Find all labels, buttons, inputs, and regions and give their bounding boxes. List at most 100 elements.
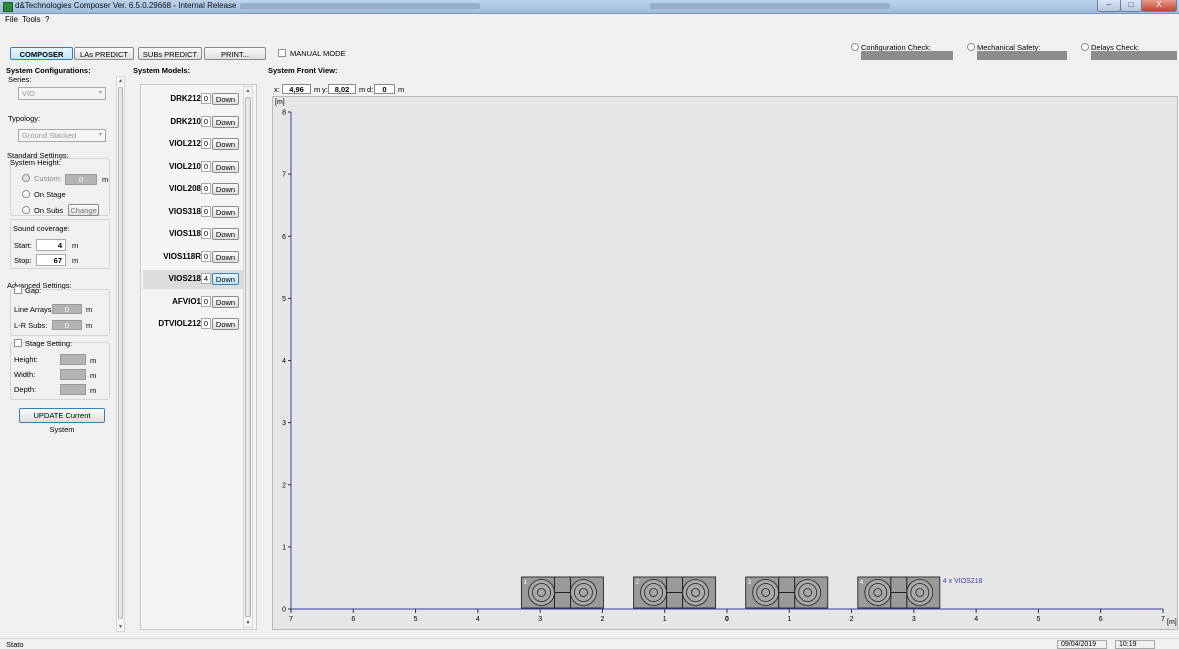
model-name: AFVIO1 (172, 296, 201, 306)
gap-checkbox[interactable] (14, 286, 22, 294)
maximize-button[interactable]: □ (1120, 0, 1142, 12)
stage-depth-unit: m (90, 386, 97, 395)
model-row[interactable]: VIOL208 0 Down (143, 180, 243, 199)
model-count-input[interactable]: 0 (201, 228, 211, 239)
minimize-button[interactable]: – (1097, 0, 1121, 12)
series-label: Series: (8, 75, 32, 84)
stop-input[interactable]: 67 (36, 254, 66, 266)
model-row[interactable]: VIOL212 0 Down (143, 135, 243, 154)
system-configurations-header: System Configurations: (6, 66, 91, 75)
on-subs-radio[interactable] (22, 206, 30, 214)
model-down-button[interactable]: Down (212, 228, 239, 240)
y-tick-label: 1 (282, 544, 286, 551)
model-count-input[interactable]: 0 (201, 115, 211, 127)
scrollbar-thumb[interactable] (118, 87, 123, 619)
subwoofer-stack[interactable] (633, 576, 717, 609)
update-current-system-button[interactable]: UPDATE Current System (19, 408, 105, 434)
model-count-input[interactable]: 0 (201, 295, 211, 307)
x-tick-label: 2 (600, 616, 604, 623)
manual-mode-checkbox[interactable] (278, 49, 286, 57)
front-view-canvas[interactable]: [m] [m] 8 7 6 5 4 3 2 1 0 7 6 5 4 3 2 1 0 1 2 3 4 5 6 7 1 2 3 4 4 x VI… (272, 96, 1178, 630)
model-down-button[interactable]: Down (212, 295, 239, 308)
custom-label: Custom: (34, 174, 62, 183)
model-down-button[interactable]: Down (212, 250, 239, 263)
menu-tools[interactable]: Tools (22, 15, 41, 24)
chevron-down-icon: ▾ (98, 132, 102, 138)
model-row[interactable]: VIOL210 0 Down (143, 158, 243, 177)
series-select[interactable]: VIO ▾ (18, 87, 106, 100)
tab-print[interactable]: PRINT... (204, 47, 266, 60)
tab-composer[interactable]: COMPOSER (10, 47, 73, 60)
model-down-button[interactable]: Down (212, 318, 239, 330)
change-button[interactable]: Change (68, 204, 99, 216)
model-row[interactable]: VIOS218 4 Down (143, 270, 243, 289)
lr-subs-unit: m (86, 321, 93, 330)
model-count-input[interactable]: 0 (201, 318, 211, 329)
menu-bar: File Tools ? (0, 14, 1179, 26)
model-count-input[interactable]: 4 (201, 273, 211, 284)
start-unit: m (72, 241, 79, 250)
model-count-input[interactable]: 0 (201, 250, 211, 262)
model-down-button[interactable]: Down (212, 93, 239, 105)
custom-height-input[interactable]: 0 (65, 174, 97, 185)
on-stage-radio[interactable] (22, 190, 30, 198)
model-row[interactable]: DRK210 0 Down (143, 113, 243, 132)
model-down-button[interactable]: Down (212, 183, 239, 195)
manual-mode-label: MANUAL MODE (290, 49, 346, 58)
model-name: DRK212 (170, 94, 201, 103)
line-arrays-label: Line Arrays: (14, 305, 54, 314)
mechanical-safety-indicator (967, 43, 975, 51)
blurred-title-region (650, 3, 890, 9)
scroll-down-icon[interactable]: ▼ (244, 620, 252, 626)
d-unit: m (398, 85, 405, 94)
subwoofer-stack[interactable] (745, 576, 829, 609)
line-arrays-gap-input[interactable]: 0 (52, 304, 82, 314)
stage-height-input[interactable] (60, 354, 86, 365)
model-row[interactable]: VIOS118 0 Down (143, 225, 243, 244)
start-label: Start: (14, 241, 32, 250)
model-row[interactable]: DTVIOL212 0 Down (143, 315, 243, 334)
models-scrollbar[interactable]: ▲ ▼ (243, 86, 253, 628)
x-label: x: (274, 85, 280, 94)
close-button[interactable]: X (1141, 0, 1177, 12)
model-row[interactable]: AFVIO1 0 Down (143, 293, 243, 312)
stage-height-label: Height: (14, 355, 38, 364)
tab-las-predict[interactable]: LAs PREDICT (74, 47, 134, 60)
model-row[interactable]: VIOS118R 0 Down (143, 248, 243, 267)
menu-help[interactable]: ? (45, 15, 49, 24)
model-count-input[interactable]: 0 (201, 93, 211, 104)
subwoofer-stack[interactable] (857, 576, 941, 609)
model-name: VIOS318 (168, 206, 201, 216)
model-down-button[interactable]: Down (212, 160, 239, 173)
model-row[interactable]: DRK212 0 Down (143, 90, 243, 109)
scroll-down-icon[interactable]: ▼ (117, 624, 124, 630)
custom-radio[interactable] (22, 174, 30, 182)
model-down-button[interactable]: Down (212, 138, 239, 150)
model-row[interactable]: VIOS318 0 Down (143, 203, 243, 222)
model-count-input[interactable]: 0 (201, 138, 211, 149)
model-down-button[interactable]: Down (212, 115, 239, 128)
tab-subs-predict[interactable]: SUBs PREDICT (138, 47, 202, 60)
stage-width-input[interactable] (60, 369, 86, 380)
left-panel-scrollbar[interactable]: ▲ ▼ (116, 76, 125, 632)
model-down-button[interactable]: Down (212, 273, 239, 285)
scroll-up-icon[interactable]: ▲ (244, 88, 252, 94)
y-tick-label: 5 (282, 296, 286, 303)
menu-file[interactable]: File (5, 15, 18, 24)
model-count-input[interactable]: 0 (201, 205, 211, 217)
stage-setting-checkbox[interactable] (14, 339, 22, 347)
subwoofer-stack[interactable] (520, 576, 604, 609)
x-coordinate: 4,96 (282, 84, 311, 94)
stage-depth-input[interactable] (60, 384, 86, 395)
lr-subs-gap-input[interactable]: 0 (52, 320, 82, 330)
start-input[interactable]: 4 (36, 239, 66, 251)
status-time: 10:19 (1115, 640, 1155, 649)
model-count-input[interactable]: 0 (201, 183, 211, 194)
on-subs-label: On Subs (34, 206, 64, 215)
model-count-input[interactable]: 0 (201, 160, 211, 172)
model-down-button[interactable]: Down (212, 205, 239, 218)
stage-width-unit: m (90, 371, 97, 380)
scroll-up-icon[interactable]: ▲ (117, 78, 124, 84)
typology-select[interactable]: Ground Stacked ▾ (18, 129, 106, 142)
scrollbar-thumb[interactable] (245, 97, 251, 617)
